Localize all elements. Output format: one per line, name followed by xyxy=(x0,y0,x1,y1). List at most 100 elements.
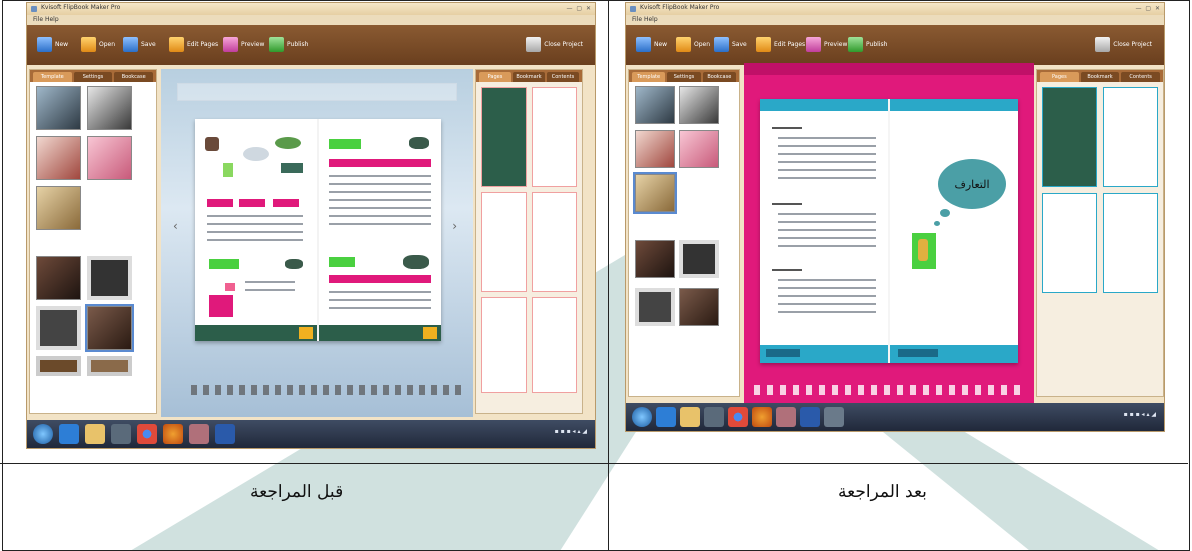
template-thumb[interactable] xyxy=(87,86,132,130)
edit-pages-button[interactable]: Edit Pages xyxy=(169,35,218,53)
viewer-controls[interactable] xyxy=(191,385,461,395)
open-button[interactable]: Open xyxy=(676,35,710,53)
tab-pages[interactable]: Pages xyxy=(479,72,511,82)
page-thumb[interactable] xyxy=(531,192,577,292)
explorer-icon[interactable] xyxy=(680,407,700,427)
page-thumb[interactable] xyxy=(481,87,527,187)
left-panel-tabs: Template Settings Bookcase xyxy=(30,70,156,82)
new-icon xyxy=(37,36,52,52)
tab-bookcase[interactable]: Bookcase xyxy=(114,72,154,82)
open-button[interactable]: Open xyxy=(81,35,115,53)
template-thumb[interactable] xyxy=(635,288,675,326)
publish-button[interactable]: Publish xyxy=(269,35,308,53)
template-thumb[interactable] xyxy=(36,306,81,350)
menu-bar[interactable]: File Help xyxy=(27,15,595,25)
page-thumb[interactable] xyxy=(1103,87,1158,187)
flipbook-icon[interactable] xyxy=(776,407,796,427)
screenshot-before: Kvisoft FlipBook Maker Pro — ▢ ✕ File He… xyxy=(26,2,596,449)
viewer-controls[interactable] xyxy=(754,385,1024,395)
template-thumb[interactable] xyxy=(633,172,677,214)
tab-template[interactable]: Template xyxy=(33,72,72,82)
page-thumb[interactable] xyxy=(531,297,577,393)
template-thumb[interactable] xyxy=(635,86,675,124)
template-thumb[interactable] xyxy=(87,256,132,300)
flipbook-icon[interactable] xyxy=(189,424,209,444)
start-button[interactable] xyxy=(632,407,652,427)
new-button[interactable]: New xyxy=(636,35,667,53)
page-thumb[interactable] xyxy=(1042,193,1097,293)
template-thumb[interactable] xyxy=(679,240,719,278)
template-thumb[interactable] xyxy=(679,130,719,168)
save-icon xyxy=(123,36,138,52)
word-icon[interactable] xyxy=(800,407,820,427)
page-thumb[interactable] xyxy=(481,192,527,292)
template-thumb[interactable] xyxy=(635,130,675,168)
firefox-icon[interactable] xyxy=(752,407,772,427)
page-thumb[interactable] xyxy=(481,297,527,393)
ie-icon[interactable] xyxy=(656,407,676,427)
page-thumb[interactable] xyxy=(531,87,577,187)
tab-bookcase[interactable]: Bookcase xyxy=(702,72,736,82)
prev-page-arrow[interactable]: ‹ xyxy=(173,219,178,233)
template-thumb[interactable] xyxy=(36,136,81,180)
edit-pages-button[interactable]: Edit Pages xyxy=(756,35,805,53)
chrome-icon[interactable] xyxy=(137,424,157,444)
ie-icon[interactable] xyxy=(59,424,79,444)
template-thumb[interactable] xyxy=(36,356,81,376)
chrome-icon[interactable] xyxy=(728,407,748,427)
flip-book[interactable] xyxy=(195,119,441,341)
flip-book[interactable]: التعارف xyxy=(760,99,1018,363)
close-project-button[interactable]: Close Project xyxy=(526,35,583,53)
template-thumb[interactable] xyxy=(36,256,81,300)
tab-bookmark[interactable]: Bookmark xyxy=(1080,72,1120,82)
start-button[interactable] xyxy=(33,424,53,444)
media-icon[interactable] xyxy=(704,407,724,427)
template-thumb[interactable] xyxy=(635,240,675,278)
save-button[interactable]: Save xyxy=(714,35,747,53)
page-thumb[interactable] xyxy=(1042,87,1097,187)
preview-button[interactable]: Preview xyxy=(223,35,264,53)
firefox-icon[interactable] xyxy=(163,424,183,444)
tab-contents[interactable]: Contents xyxy=(547,72,579,82)
page-thumb[interactable] xyxy=(1103,193,1158,293)
edit-pages-icon xyxy=(756,36,771,52)
template-thumb[interactable] xyxy=(679,86,719,124)
template-thumbnails-2 xyxy=(30,252,156,380)
tab-settings[interactable]: Settings xyxy=(667,72,701,82)
window-controls[interactable]: — ▢ ✕ xyxy=(1135,5,1161,12)
tab-contents[interactable]: Contents xyxy=(1121,72,1161,82)
tab-pages[interactable]: Pages xyxy=(1040,72,1079,82)
media-icon[interactable] xyxy=(111,424,131,444)
tab-template[interactable]: Template xyxy=(632,72,666,82)
menu-bar[interactable]: File Help xyxy=(626,15,1164,25)
template-thumb[interactable] xyxy=(36,186,81,230)
explorer-icon[interactable] xyxy=(85,424,105,444)
window-controls[interactable]: — ▢ ✕ xyxy=(566,5,592,12)
tab-settings[interactable]: Settings xyxy=(73,72,113,82)
book-preview-area: التعارف xyxy=(744,63,1034,403)
template-panel: Template Settings Bookcase xyxy=(29,69,157,414)
app-icon-extra[interactable] xyxy=(824,407,844,427)
close-project-button[interactable]: Close Project xyxy=(1095,35,1152,53)
template-thumb[interactable] xyxy=(679,288,719,326)
template-thumb[interactable] xyxy=(36,86,81,130)
book-title-field[interactable] xyxy=(177,83,457,101)
new-button[interactable]: New xyxy=(37,35,68,53)
save-button[interactable]: Save xyxy=(123,35,156,53)
system-tray: ▪ ▪ ▪ ◂ ▴ ◢ xyxy=(554,428,587,435)
top-bar xyxy=(744,63,1034,75)
book-right-page: التعارف xyxy=(890,99,1018,363)
preview-button[interactable]: Preview xyxy=(806,35,847,53)
template-thumb[interactable] xyxy=(87,136,132,180)
next-page-arrow[interactable]: › xyxy=(452,219,457,233)
windows-taskbar: ▪ ▪ ▪ ◂ ▴ ◢ xyxy=(626,403,1164,431)
template-thumbnails xyxy=(30,82,156,234)
page-thumbnails xyxy=(1037,82,1163,298)
tab-bookmark[interactable]: Bookmark xyxy=(513,72,545,82)
window-title: Kvisoft FlipBook Maker Pro xyxy=(640,4,720,11)
book-right-page xyxy=(319,119,441,341)
word-icon[interactable] xyxy=(215,424,235,444)
template-thumb[interactable] xyxy=(85,304,134,352)
template-thumb[interactable] xyxy=(87,356,132,376)
publish-button[interactable]: Publish xyxy=(848,35,887,53)
